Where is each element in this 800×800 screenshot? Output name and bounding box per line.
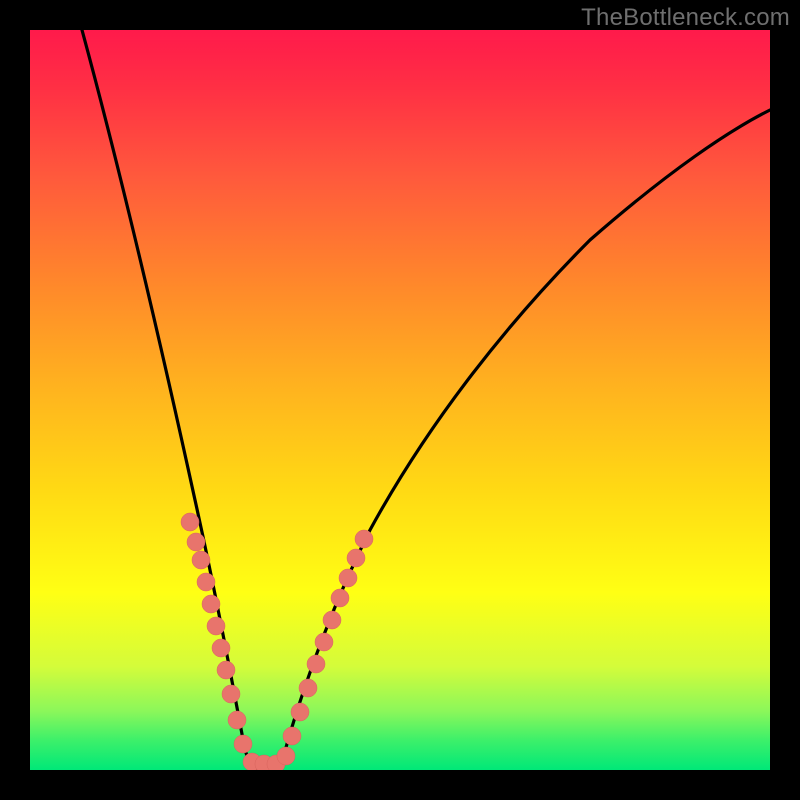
chart-frame: TheBottleneck.com [0,0,800,800]
watermark-text: TheBottleneck.com [581,4,790,32]
dot-cluster-right [283,530,373,745]
dot-cluster-bottom [243,747,295,770]
plot-area [30,30,770,770]
dot-cluster-left [181,513,252,753]
chart-svg [30,30,770,770]
curve-path [82,30,770,770]
